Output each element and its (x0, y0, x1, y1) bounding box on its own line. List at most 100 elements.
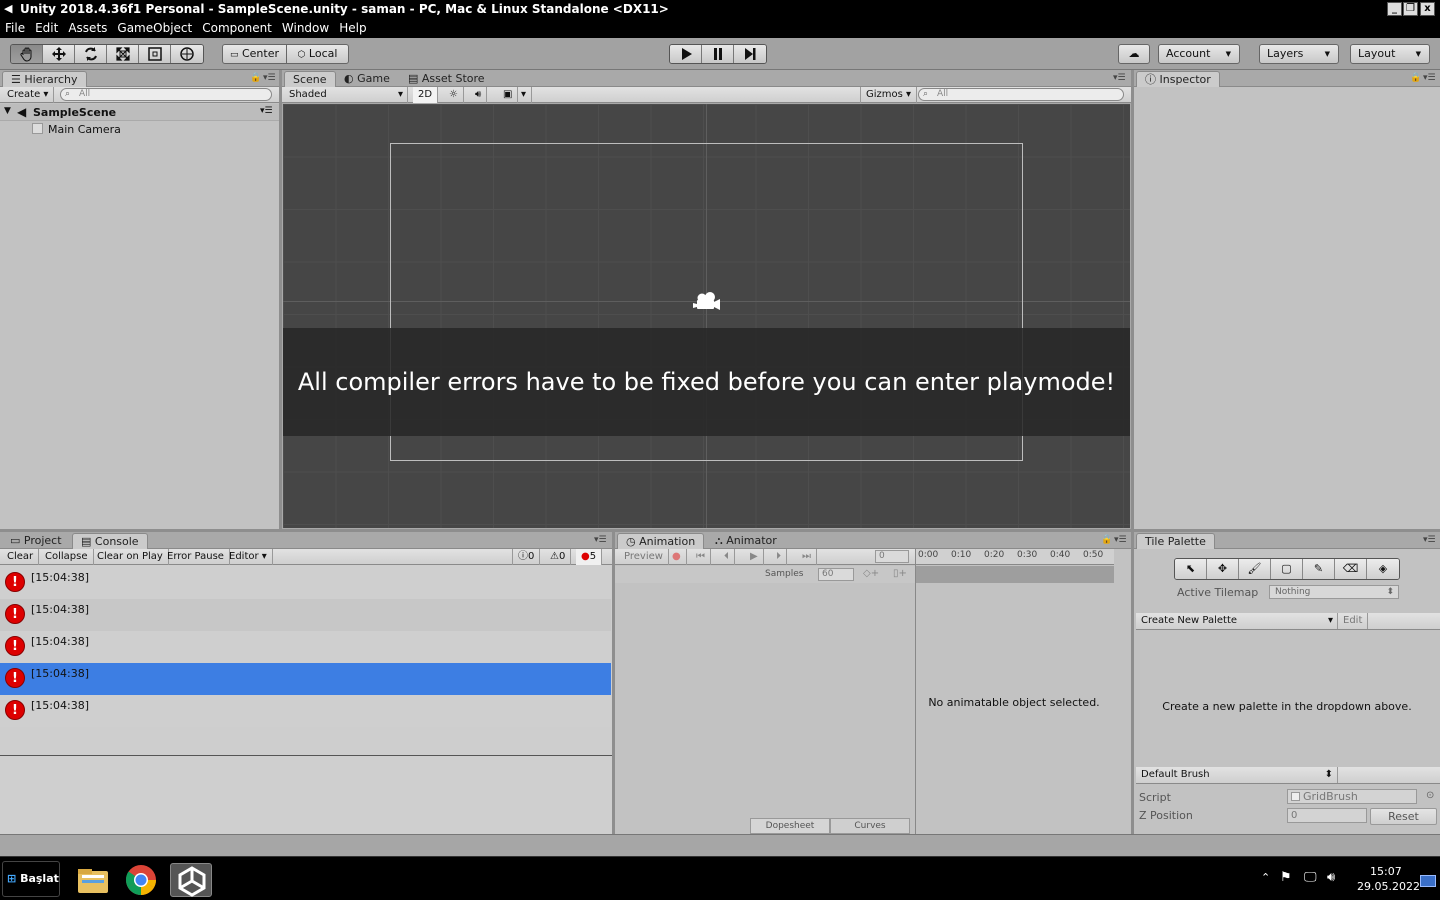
console-row[interactable]: ! [15:04:38] (0, 631, 611, 663)
layers-dropdown[interactable]: Layers ▼ (1259, 44, 1339, 64)
foldout-arrow-icon[interactable]: ▼ (4, 106, 11, 116)
play-animation-button[interactable]: ▶ (745, 549, 764, 565)
close-button[interactable]: x (1420, 2, 1435, 16)
paint-brush-icon[interactable]: 🖌︎ (1239, 559, 1271, 579)
add-keyframe-icon[interactable]: ◇+ (863, 568, 879, 579)
effects-dropdown-icon[interactable]: ▾ (516, 87, 533, 103)
create-dropdown[interactable]: Create ▾ (2, 87, 55, 103)
dopesheet-tab[interactable]: Dopesheet (750, 818, 830, 834)
tab-animation[interactable]: ◷ Animation (617, 533, 705, 549)
rotate-tool-icon[interactable] (75, 45, 107, 63)
console-row[interactable]: ! [15:04:38] (0, 599, 611, 631)
network-icon[interactable]: 🖵 (1304, 870, 1317, 885)
hierarchy-item[interactable]: Main Camera (0, 122, 279, 138)
hierarchy-search-input[interactable]: All (60, 88, 272, 101)
active-tilemap-dropdown[interactable]: Nothing ⬍ (1269, 585, 1399, 599)
object-picker-icon[interactable]: ⊙ (1426, 790, 1434, 801)
z-position-input[interactable]: 0 (1287, 808, 1367, 823)
scale-tool-icon[interactable] (107, 45, 139, 63)
lock-icon[interactable]: 🔒 (250, 73, 261, 83)
console-row-selected[interactable]: ! [15:04:38] (0, 663, 611, 695)
picker-icon[interactable]: ✎ (1303, 559, 1335, 579)
preview-toggle[interactable]: Preview (619, 549, 669, 565)
record-button[interactable]: ● (667, 549, 687, 565)
frame-input[interactable]: 0 (875, 550, 909, 563)
panel-menu-icon[interactable]: ▾☰ (1423, 73, 1436, 83)
audio-toggle-icon[interactable]: 🔊︎ (470, 87, 488, 103)
tab-tile-palette[interactable]: Tile Palette (1136, 533, 1215, 549)
panel-menu-icon[interactable]: ▾☰ (594, 535, 607, 545)
minimize-button[interactable]: _ (1387, 2, 1402, 16)
chrome-icon[interactable] (120, 863, 162, 897)
file-explorer-icon[interactable] (72, 863, 114, 897)
menu-component[interactable]: Component (197, 18, 277, 38)
lighting-toggle-icon[interactable]: ☼ (444, 87, 464, 103)
warning-filter-toggle[interactable]: ⚠0 (545, 549, 572, 565)
pivot-center-toggle[interactable]: ▭ Center (222, 44, 287, 64)
action-center-flag-icon[interactable]: ⚑ (1280, 870, 1292, 885)
collab-cloud-button[interactable]: ☁ (1118, 44, 1150, 64)
first-keyframe-button[interactable]: ⏮ (691, 549, 711, 565)
move-tool-icon[interactable] (43, 45, 75, 63)
tab-inspector[interactable]: ⓘ Inspector (1136, 71, 1220, 87)
menu-window[interactable]: Window (277, 18, 334, 38)
show-desktop-button[interactable] (1420, 875, 1436, 887)
collapse-button[interactable]: Collapse (40, 549, 94, 565)
scene-menu-icon[interactable]: ▾☰ (260, 106, 273, 116)
account-dropdown[interactable]: Account ▼ (1158, 44, 1240, 64)
fill-bucket-icon[interactable]: ◈ (1367, 559, 1399, 579)
2d-toggle[interactable]: 2D (413, 87, 439, 103)
curves-tab[interactable]: Curves (830, 818, 910, 834)
tab-asset-store[interactable]: ▤ Asset Store (400, 71, 493, 87)
next-keyframe-button[interactable]: ⏵ (771, 549, 787, 565)
transform-tool-icon[interactable] (171, 45, 203, 63)
clear-button[interactable]: Clear (2, 549, 40, 565)
add-event-icon[interactable]: ▯+ (893, 568, 907, 579)
layout-dropdown[interactable]: Layout ▼ (1350, 44, 1430, 64)
menu-assets[interactable]: Assets (63, 18, 112, 38)
event-track[interactable] (916, 566, 1114, 583)
camera-gizmo-icon[interactable] (693, 291, 721, 316)
tab-scene[interactable]: Scene (284, 71, 336, 87)
hand-tool-icon[interactable] (11, 45, 43, 63)
move-tool-icon[interactable]: ✥ (1207, 559, 1239, 579)
space-local-toggle[interactable]: ⬡ Local (286, 44, 349, 64)
menu-file[interactable]: File (0, 18, 30, 38)
error-filter-toggle[interactable]: ●5 (576, 549, 603, 565)
console-row[interactable]: ! [15:04:38] (0, 567, 611, 599)
script-field[interactable]: GridBrush (1287, 789, 1417, 804)
maximize-button[interactable]: ❐ (1403, 2, 1418, 16)
tab-animator[interactable]: ⛬ Animator (707, 533, 785, 549)
rect-tool-icon[interactable] (139, 45, 171, 63)
unity-taskbar-icon[interactable] (170, 863, 212, 897)
step-button[interactable] (734, 45, 766, 63)
eraser-icon[interactable]: ⌫ (1335, 559, 1367, 579)
info-filter-toggle[interactable]: ⓘ0 (512, 549, 541, 565)
error-pause-toggle[interactable]: Error Pause (162, 549, 230, 565)
panel-menu-icon[interactable]: ▾☰ (263, 73, 276, 83)
lock-icon[interactable]: 🔒 (1101, 535, 1112, 545)
clear-on-play-toggle[interactable]: Clear on Play (92, 549, 169, 565)
select-tool-icon[interactable]: ⬉ (1175, 559, 1207, 579)
clock-time[interactable]: 15:07 (1370, 865, 1402, 878)
tray-expand-icon[interactable]: ⌃ (1261, 871, 1270, 884)
pause-button[interactable] (702, 45, 734, 63)
shading-mode-dropdown[interactable]: Shaded ▾ (284, 87, 408, 103)
reset-button[interactable]: Reset (1370, 808, 1437, 825)
brush-dropdown[interactable]: Default Brush ⬍ (1136, 767, 1338, 783)
menu-edit[interactable]: Edit (30, 18, 63, 38)
box-fill-icon[interactable]: ▢ (1271, 559, 1303, 579)
play-button[interactable] (670, 45, 702, 63)
samples-input[interactable]: 60 (818, 568, 854, 581)
start-button[interactable]: ⊞ Başlat (2, 861, 60, 897)
gizmos-dropdown[interactable]: Gizmos ▾ (860, 87, 918, 103)
scene-header[interactable]: ▼ ◀ SampleScene ▾☰ (0, 104, 279, 121)
create-palette-dropdown[interactable]: Create New Palette ▾ (1136, 613, 1338, 629)
panel-menu-icon[interactable]: ▾☰ (1113, 73, 1126, 83)
volume-icon[interactable]: 🔊︎ (1327, 870, 1335, 885)
prev-keyframe-button[interactable]: ⏴ (719, 549, 735, 565)
scene-viewport[interactable]: All compiler errors have to be fixed bef… (283, 104, 1130, 528)
menu-gameobject[interactable]: GameObject (112, 18, 197, 38)
animation-splitter[interactable] (915, 549, 916, 834)
tab-console[interactable]: ▤ Console (72, 533, 148, 549)
